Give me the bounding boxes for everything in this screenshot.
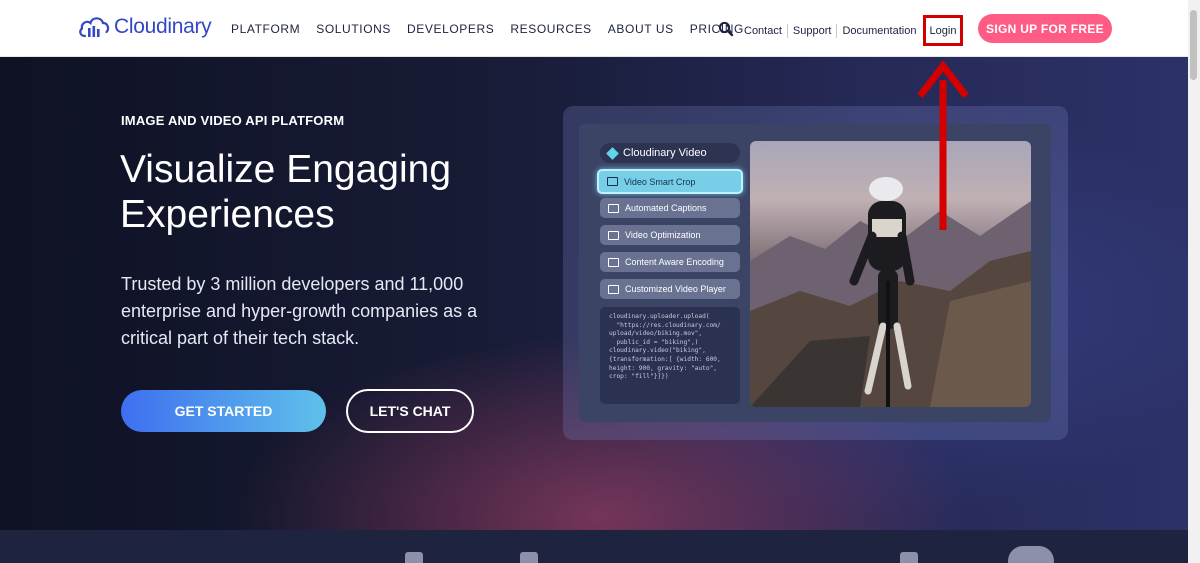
crop-icon [607,177,618,186]
feature-label: Video Optimization [625,230,701,240]
documentation-link[interactable]: Documentation [842,25,916,37]
code-line: public_id = "biking",) [609,338,699,346]
code-line: cloudinary.uploader.upload( [609,313,710,320]
logo-text: Cloudinary [114,15,212,38]
feature-label: Customized Video Player [625,284,726,294]
optimization-icon [608,230,619,240]
nav-pricing[interactable]: PRICING [690,22,744,36]
code-line: cloudinary.video("biking", [609,347,706,355]
nav-platform[interactable]: PLATFORM [231,22,300,36]
hero-eyebrow: IMAGE AND VIDEO API PLATFORM [121,113,345,128]
hero-headline: Visualize Engaging Experiences [120,148,452,236]
login-link[interactable]: Login [923,15,963,46]
annotation-arrow-icon [917,60,969,230]
demo-title: Cloudinary Video [600,143,740,163]
signup-button[interactable]: SIGN UP FOR FREE [978,14,1112,43]
video-preview[interactable] [750,141,1031,407]
code-line: {transformation:[ {width: 600, [609,355,721,363]
cloudinary-logo[interactable]: Cloudinary [78,14,212,40]
captions-icon [608,203,619,213]
hero-subtext: Trusted by 3 million developers and 11,0… [121,274,478,348]
nav-divider [836,24,838,38]
main-nav: PLATFORM SOLUTIONS DEVELOPERS RESOURCES … [231,22,744,36]
code-line: crop: "fill"}]}) [609,373,669,381]
feature-customized-video-player[interactable]: Customized Video Player [600,279,740,299]
diamond-icon [606,146,619,160]
partner-logo-icon [520,552,538,563]
partner-logo-icon [1008,546,1054,563]
player-icon [608,284,619,294]
support-link[interactable]: Support [793,25,832,37]
cyclist-image [750,177,1031,407]
lets-chat-button[interactable]: LET'S CHAT [346,389,474,433]
feature-video-optimization[interactable]: Video Optimization [600,225,740,245]
logo-strip [0,530,1188,563]
code-line: "https://res.cloudinary.com/ [609,321,721,329]
nav-resources[interactable]: RESOURCES [510,22,591,36]
nav-solutions[interactable]: SOLUTIONS [316,22,391,36]
feature-automated-captions[interactable]: Automated Captions [600,198,740,218]
feature-label: Automated Captions [625,203,707,213]
encoding-icon [608,257,619,267]
scrollbar-thumb[interactable] [1190,10,1197,80]
partner-logo-icon [900,552,918,563]
nav-about-us[interactable]: ABOUT US [608,22,674,36]
partner-logo-icon [405,552,423,563]
feature-label: Video Smart Crop [624,176,696,187]
feature-video-smart-crop[interactable]: Video Smart Crop [597,169,743,194]
nav-divider [786,24,788,38]
code-line: height: 900, gravity: "auto", [609,364,718,372]
secondary-nav: Contact Support Documentation [744,24,916,38]
code-line: upload/video/biking.mov", [609,330,703,338]
nav-developers[interactable]: DEVELOPERS [407,22,494,36]
feature-content-aware-encoding[interactable]: Content Aware Encoding [600,252,740,272]
search-icon[interactable] [718,21,734,37]
contact-link[interactable]: Contact [744,25,782,37]
get-started-button[interactable]: GET STARTED [121,390,326,432]
page-scrollbar[interactable] [1188,0,1200,563]
code-snippet: cloudinary.uploader.upload( "https://res… [600,307,740,404]
feature-label: Content Aware Encoding [625,257,724,267]
cloud-logo-icon [79,17,110,38]
site-header: Cloudinary PLATFORM SOLUTIONS DEVELOPERS… [0,0,1188,57]
demo-title-label: Cloudinary Video [623,147,707,159]
